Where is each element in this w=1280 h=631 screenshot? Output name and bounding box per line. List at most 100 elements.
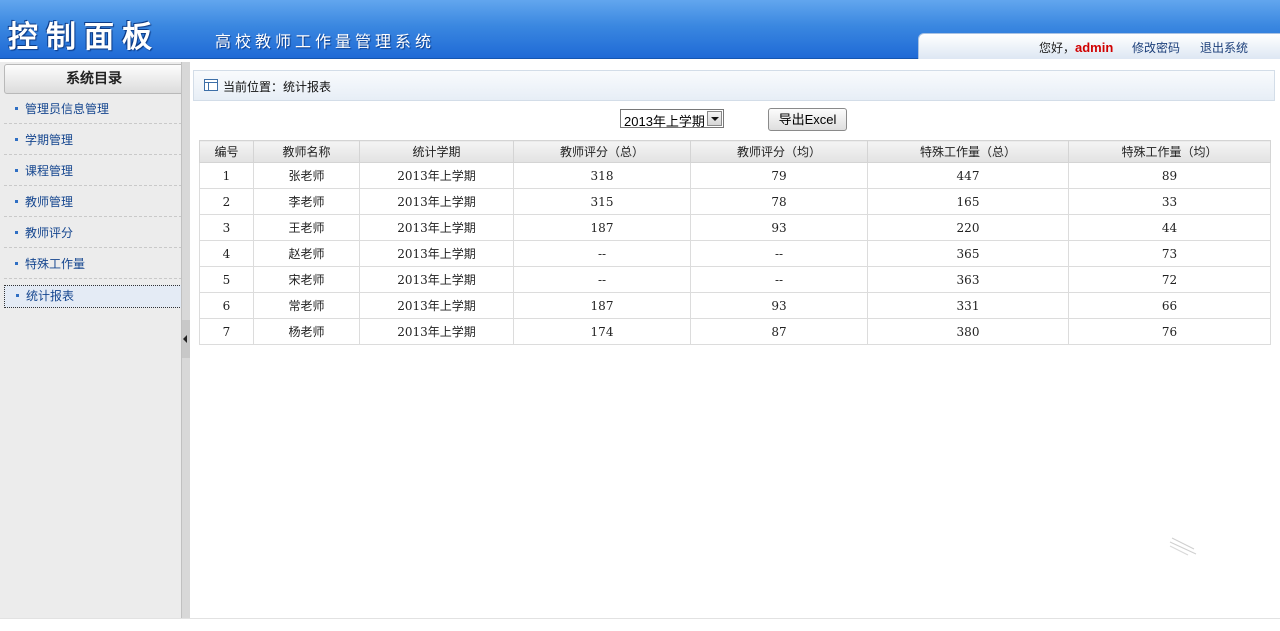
semester-select[interactable]: 2013年上学期 bbox=[620, 109, 724, 129]
table-cell: 66 bbox=[1068, 292, 1271, 319]
brand-logo-text: 控制面板 bbox=[8, 20, 160, 55]
table-cell: 2013年上学期 bbox=[359, 240, 514, 267]
table-cell: -- bbox=[513, 240, 691, 267]
bullet-icon bbox=[15, 230, 18, 234]
table-cell: 187 bbox=[513, 214, 691, 241]
table-cell: 1 bbox=[199, 162, 254, 189]
table-cell: 常老师 bbox=[253, 292, 360, 319]
table-cell: 89 bbox=[1068, 162, 1271, 189]
sidebar-title: 系统目录 bbox=[4, 64, 184, 94]
export-excel-button[interactable]: 导出Excel bbox=[768, 108, 847, 131]
table-cell: 447 bbox=[867, 162, 1069, 189]
collapse-arrow-icon bbox=[183, 335, 187, 343]
bullet-icon bbox=[15, 137, 18, 141]
table-cell: 7 bbox=[199, 318, 254, 345]
table-row: 6 常老师 2013年上学期 187 93 331 66 bbox=[199, 292, 1271, 319]
table-cell: 93 bbox=[690, 292, 868, 319]
table-cell: 187 bbox=[513, 292, 691, 319]
column-header-workload-avg: 特殊工作量（均） bbox=[1068, 140, 1271, 163]
table-cell: 318 bbox=[513, 162, 691, 189]
sidebar-item-label: 教师管理 bbox=[25, 195, 74, 209]
table-cell: 2013年上学期 bbox=[359, 266, 514, 293]
bullet-icon bbox=[15, 168, 18, 172]
sidebar-item-label: 统计报表 bbox=[26, 289, 75, 303]
breadcrumb: 当前位置：统计报表 bbox=[193, 70, 1275, 101]
table-cell: 73 bbox=[1068, 240, 1271, 267]
table-row: 2 李老师 2013年上学期 315 78 165 33 bbox=[199, 188, 1271, 215]
table-cell: 79 bbox=[690, 162, 868, 189]
table-cell: 2013年上学期 bbox=[359, 162, 514, 189]
table-cell: 赵老师 bbox=[253, 240, 360, 267]
semester-select-value: 2013年上学期 bbox=[624, 114, 705, 129]
sidebar-item-label: 特殊工作量 bbox=[25, 257, 86, 271]
header-banner: 控制面板 高校教师工作量管理系统 您好，admin 修改密码 退出系统 bbox=[0, 0, 1280, 59]
sidebar-item-label: 教师评分 bbox=[25, 226, 74, 240]
table-cell: 331 bbox=[867, 292, 1069, 319]
table-cell: 张老师 bbox=[253, 162, 360, 189]
table-cell: 174 bbox=[513, 318, 691, 345]
sidebar-item-special-workload[interactable]: 特殊工作量 bbox=[4, 249, 182, 279]
table-cell: 2013年上学期 bbox=[359, 188, 514, 215]
collapse-sidebar-button[interactable] bbox=[182, 320, 190, 358]
sidebar-splitter[interactable] bbox=[181, 62, 190, 618]
table-cell: 87 bbox=[690, 318, 868, 345]
column-header-workload-total: 特殊工作量（总） bbox=[867, 140, 1069, 163]
table-cell: 93 bbox=[690, 214, 868, 241]
table-header-row: 编号 教师名称 统计学期 教师评分（总） 教师评分（均） 特殊工作量（总） 特殊… bbox=[199, 140, 1271, 163]
table-cell: 4 bbox=[199, 240, 254, 267]
username: admin bbox=[1075, 40, 1114, 55]
column-header-id: 编号 bbox=[199, 140, 254, 163]
table-row: 1 张老师 2013年上学期 318 79 447 89 bbox=[199, 162, 1271, 189]
statistics-table: 编号 教师名称 统计学期 教师评分（总） 教师评分（均） 特殊工作量（总） 特殊… bbox=[199, 140, 1271, 345]
column-header-semester: 统计学期 bbox=[359, 140, 514, 163]
table-cell: 363 bbox=[867, 266, 1069, 293]
table-cell: 315 bbox=[513, 188, 691, 215]
table-cell: 6 bbox=[199, 292, 254, 319]
table-cell: 5 bbox=[199, 266, 254, 293]
table-cell: 杨老师 bbox=[253, 318, 360, 345]
table-row: 5 宋老师 2013年上学期 -- -- 363 72 bbox=[199, 266, 1271, 293]
dropdown-arrow-icon[interactable] bbox=[707, 111, 722, 126]
table-cell: 78 bbox=[690, 188, 868, 215]
column-header-rating-avg: 教师评分（均） bbox=[690, 140, 868, 163]
bullet-icon bbox=[15, 106, 18, 110]
table-cell: 王老师 bbox=[253, 214, 360, 241]
table-row: 7 杨老师 2013年上学期 174 87 380 76 bbox=[199, 318, 1271, 345]
breadcrumb-text: 当前位置：统计报表 bbox=[223, 80, 332, 94]
sidebar-item-admin-info[interactable]: 管理员信息管理 bbox=[4, 94, 182, 124]
bullet-icon bbox=[16, 293, 19, 297]
sidebar-item-semester[interactable]: 学期管理 bbox=[4, 125, 182, 155]
change-password-link[interactable]: 修改密码 bbox=[1132, 39, 1180, 56]
sidebar-item-label: 管理员信息管理 bbox=[25, 102, 110, 116]
table-cell: 李老师 bbox=[253, 188, 360, 215]
table-cell: 365 bbox=[867, 240, 1069, 267]
table-cell: 3 bbox=[199, 214, 254, 241]
sidebar-item-statistics-report[interactable]: 统计报表 bbox=[4, 285, 182, 308]
sidebar-item-label: 课程管理 bbox=[25, 164, 74, 178]
bullet-icon bbox=[15, 199, 18, 203]
table-cell: 2013年上学期 bbox=[359, 214, 514, 241]
sidebar-item-teacher-rating[interactable]: 教师评分 bbox=[4, 218, 182, 248]
logout-link[interactable]: 退出系统 bbox=[1200, 39, 1248, 56]
sidebar: 系统目录 管理员信息管理 学期管理 课程管理 教师管理 教师评分 特殊工作量 统… bbox=[0, 62, 185, 618]
status-strip bbox=[0, 618, 1280, 631]
sidebar-item-label: 学期管理 bbox=[25, 133, 74, 147]
column-header-rating-total: 教师评分（总） bbox=[513, 140, 691, 163]
table-row: 3 王老师 2013年上学期 187 93 220 44 bbox=[199, 214, 1271, 241]
sidebar-item-course[interactable]: 课程管理 bbox=[4, 156, 182, 186]
table-row: 4 赵老师 2013年上学期 -- -- 365 73 bbox=[199, 240, 1271, 267]
table-cell: -- bbox=[513, 266, 691, 293]
sidebar-item-teacher[interactable]: 教师管理 bbox=[4, 187, 182, 217]
breadcrumb-panel-icon bbox=[204, 79, 218, 91]
table-cell: 380 bbox=[867, 318, 1069, 345]
system-title: 高校教师工作量管理系统 bbox=[215, 32, 436, 51]
column-header-teacher-name: 教师名称 bbox=[253, 140, 360, 163]
greeting-label: 您好， bbox=[1039, 41, 1076, 55]
table-cell: 33 bbox=[1068, 188, 1271, 215]
user-bar: 您好，admin 修改密码 退出系统 bbox=[918, 33, 1280, 59]
bullet-icon bbox=[15, 261, 18, 265]
table-cell: 165 bbox=[867, 188, 1069, 215]
table-cell: -- bbox=[690, 240, 868, 267]
table-cell: 2 bbox=[199, 188, 254, 215]
greeting: 您好，admin bbox=[1039, 39, 1113, 56]
